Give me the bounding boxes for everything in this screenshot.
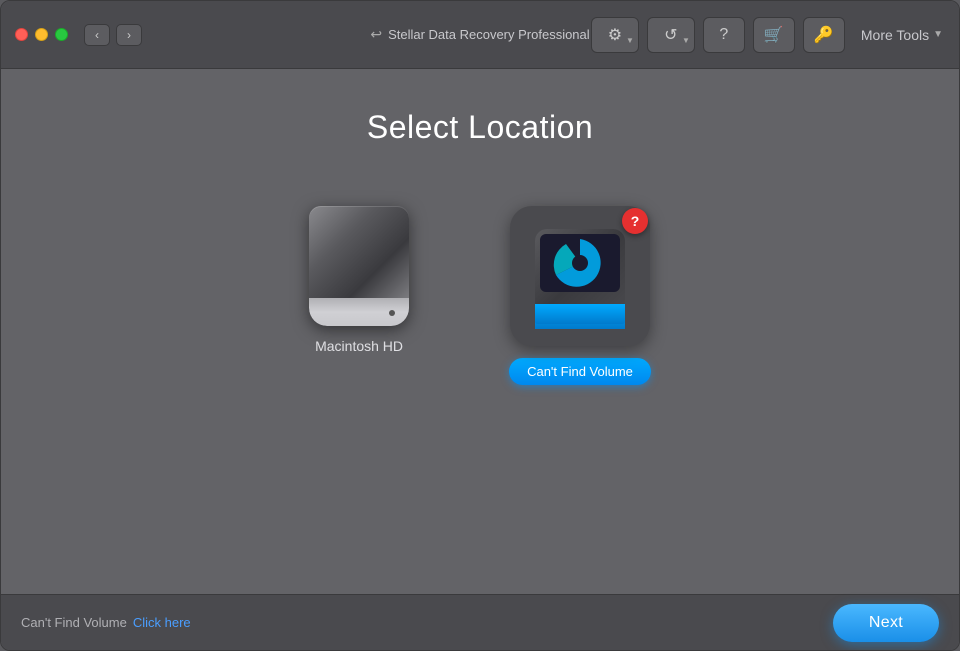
cart-icon: 🛒 [764, 25, 784, 45]
cant-find-volume-icon-wrapper: ? [510, 206, 650, 346]
macintosh-hd-icon [309, 206, 409, 326]
settings-dropdown-arrow: ▼ [626, 36, 634, 45]
nav-buttons: ‹ › [84, 24, 142, 46]
forward-button[interactable]: › [116, 24, 142, 46]
recovery-button[interactable]: ↺ ▼ [647, 17, 695, 53]
cant-find-volume-label: Can't Find Volume [509, 358, 651, 385]
recovery-dropdown-arrow: ▼ [682, 36, 690, 45]
title-bar: ‹ › ↩ Stellar Data Recovery Professional… [1, 1, 959, 69]
cant-find-volume-item[interactable]: ? Can't Find Volume [509, 206, 651, 385]
settings-icon: ⚙ [608, 25, 622, 45]
more-tools-label: More Tools [861, 27, 929, 43]
main-content: Select Location Macintosh HD [1, 69, 959, 650]
forward-icon: › [127, 28, 131, 42]
traffic-lights [1, 28, 68, 41]
cart-button[interactable]: 🛒 [753, 17, 795, 53]
more-tools-button[interactable]: More Tools ▼ [861, 27, 943, 43]
footer-click-here-link[interactable]: Click here [133, 615, 191, 630]
minimize-button[interactable] [35, 28, 48, 41]
close-button[interactable] [15, 28, 28, 41]
next-button[interactable]: Next [833, 604, 939, 642]
toolbar-right: ⚙ ▼ ↺ ▼ ? 🛒 🔑 More Tools ▼ [591, 17, 959, 53]
more-tools-arrow-icon: ▼ [933, 29, 943, 40]
question-badge: ? [622, 208, 648, 234]
macintosh-hd-label: Macintosh HD [315, 338, 403, 354]
macintosh-hd-item[interactable]: Macintosh HD [309, 206, 409, 354]
app-window: ‹ › ↩ Stellar Data Recovery Professional… [0, 0, 960, 651]
hd-dot [389, 310, 395, 316]
cant-find-disk-svg [530, 224, 630, 329]
settings-button[interactable]: ⚙ ▼ [591, 17, 639, 53]
footer: Can't Find Volume Click here Next [1, 594, 959, 650]
footer-cant-find-text: Can't Find Volume [21, 615, 127, 630]
recovery-icon: ↺ [664, 25, 677, 45]
title-area: ↩ Stellar Data Recovery Professional [370, 26, 589, 43]
key-button[interactable]: 🔑 [803, 17, 845, 53]
drives-container: Macintosh HD [309, 206, 651, 385]
back-button[interactable]: ‹ [84, 24, 110, 46]
maximize-button[interactable] [55, 28, 68, 41]
app-icon: ↩ [370, 26, 382, 43]
window-title: Stellar Data Recovery Professional [388, 27, 590, 42]
help-button[interactable]: ? [703, 17, 745, 53]
help-icon: ? [719, 26, 728, 44]
hd-body [309, 206, 409, 326]
key-icon: 🔑 [814, 25, 834, 45]
back-icon: ‹ [95, 28, 99, 42]
page-title: Select Location [367, 109, 593, 146]
